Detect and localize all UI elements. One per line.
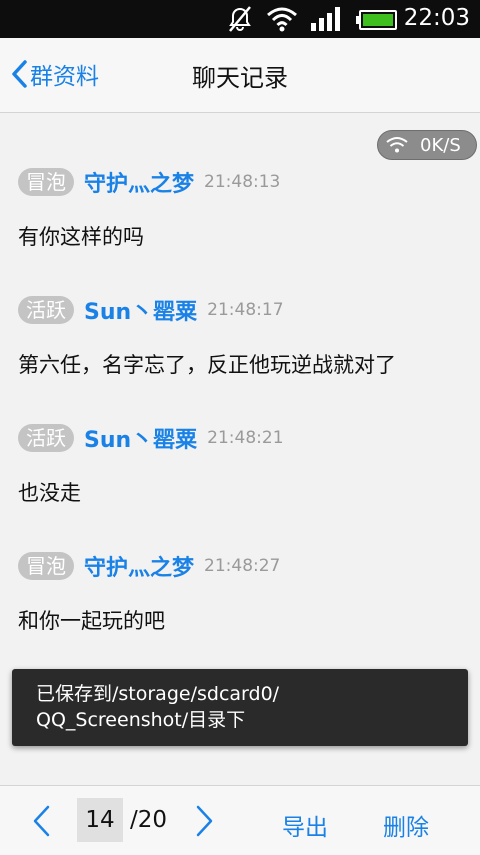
total-pages: /20 [130, 807, 168, 833]
network-speed-indicator: 0K/S [377, 130, 477, 160]
message-item: 冒泡 守护灬之梦 21:48:13 有你这样的吗 [18, 165, 478, 251]
status-time: 22:03 [403, 5, 470, 31]
sender-nickname[interactable]: Sun丶罂粟 [84, 422, 197, 454]
message-text: 第六任，名字忘了，反正他玩逆战就对了 [18, 353, 396, 377]
sender-nickname[interactable]: 守护灬之梦 [84, 166, 194, 198]
current-page-input[interactable]: 14 [77, 798, 123, 842]
page-title: 聊天记录 [192, 64, 288, 92]
export-button[interactable]: 导出 [282, 808, 328, 842]
next-page-icon[interactable] [194, 804, 216, 838]
message-time: 21:48:17 [207, 300, 284, 320]
toast-line-1: 已保存到/storage/sdcard0/ [36, 683, 280, 705]
delete-button[interactable]: 删除 [383, 808, 429, 842]
prev-page-icon[interactable] [30, 804, 52, 838]
message-text: 和你一起玩的吧 [18, 609, 165, 633]
message-time: 21:48:21 [207, 428, 284, 448]
status-bar: 22:03 [0, 0, 480, 38]
network-speed-text: 0K/S [420, 134, 461, 156]
message-text: 也没走 [18, 481, 81, 505]
member-level-badge: 活跃 [18, 424, 74, 452]
member-level-badge: 冒泡 [18, 168, 74, 196]
message-item: 冒泡 守护灬之梦 21:48:27 和你一起玩的吧 [18, 549, 478, 635]
signal-icon [311, 7, 340, 31]
message-time: 21:48:27 [204, 556, 281, 576]
notifications-muted-icon [229, 6, 251, 32]
sender-nickname[interactable]: 守护灬之梦 [84, 550, 194, 582]
wifi-icon [386, 137, 408, 153]
message-text: 有你这样的吗 [18, 225, 144, 249]
bottom-bar: 14 /20 导出 删除 [0, 785, 480, 855]
message-time: 21:48:13 [204, 172, 281, 192]
toast-notification: 已保存到/storage/sdcard0/ QQ_Screenshot/目录下 [12, 669, 468, 746]
wifi-icon [267, 7, 297, 32]
member-level-badge: 冒泡 [18, 552, 74, 580]
member-level-badge: 活跃 [18, 296, 74, 324]
toast-line-2: QQ_Screenshot/目录下 [36, 709, 246, 731]
sender-nickname[interactable]: Sun丶罂粟 [84, 294, 197, 326]
message-item: 活跃 Sun丶罂粟 21:48:21 也没走 [18, 421, 478, 507]
message-item: 活跃 Sun丶罂粟 21:48:17 第六任，名字忘了，反正他玩逆战就对了 [18, 293, 478, 379]
battery-icon [356, 10, 397, 30]
title-bar: 群资料 聊天记录 [0, 38, 480, 113]
